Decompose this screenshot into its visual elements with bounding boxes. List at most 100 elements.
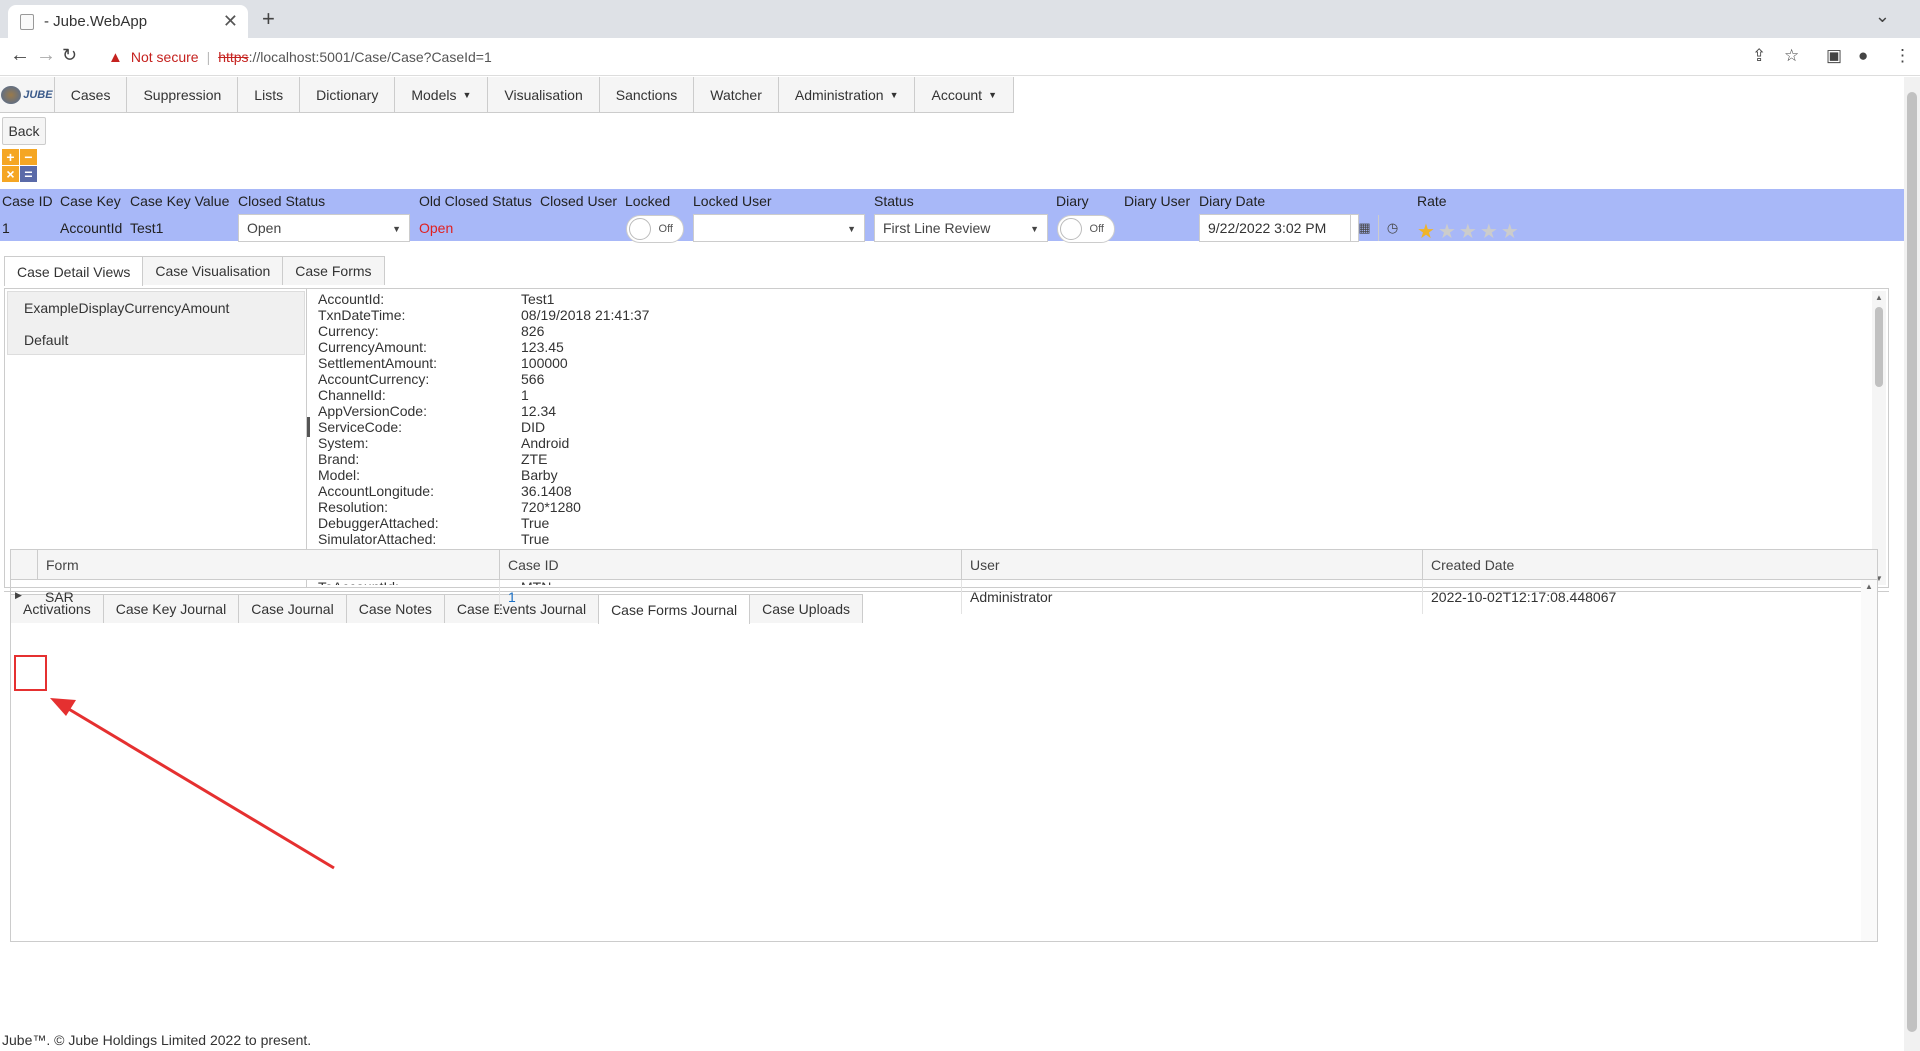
payload-key: SettlementAmount: bbox=[318, 355, 438, 371]
star-icon[interactable]: ★ bbox=[1438, 221, 1459, 243]
label-case-key: Case Key bbox=[60, 193, 121, 209]
tab-case-visualisation[interactable]: Case Visualisation bbox=[142, 256, 284, 285]
back-button[interactable]: Back bbox=[2, 117, 46, 145]
payload-key: Resolution: bbox=[318, 499, 389, 515]
reload-icon[interactable]: ↻ bbox=[62, 45, 77, 66]
browser-tab[interactable]: - Jube.WebApp ✕ bbox=[8, 5, 248, 38]
payload-row: CurrencyAmount: 123.45 bbox=[318, 339, 1858, 355]
payload-row: AccountLongitude: 36.1408 bbox=[318, 483, 1858, 499]
column-header-case-id[interactable]: Case ID bbox=[499, 550, 961, 580]
locked-toggle[interactable]: Off bbox=[626, 215, 684, 243]
star-icon[interactable]: ★ bbox=[1480, 221, 1501, 243]
page-icon bbox=[20, 13, 34, 30]
side-panel-icon[interactable]: ▣ bbox=[1826, 46, 1842, 66]
cell-user: Administrator bbox=[961, 580, 1423, 614]
separator: | bbox=[206, 49, 211, 65]
tab-case-forms[interactable]: Case Forms bbox=[282, 256, 385, 285]
case-detail-panel: ExampleDisplayCurrencyAmount Default Acc… bbox=[4, 288, 1889, 588]
menu-administration[interactable]: Administration ▼ bbox=[779, 77, 916, 112]
payload-scrollbar[interactable]: ▲ ▼ bbox=[1872, 291, 1886, 585]
column-header-created-date[interactable]: Created Date bbox=[1422, 550, 1882, 580]
cell-case-id-link[interactable]: 1 bbox=[499, 580, 961, 614]
column-header-user[interactable]: User bbox=[961, 550, 1423, 580]
toggle-knob bbox=[1060, 218, 1082, 240]
expand-plus-icon[interactable]: + bbox=[2, 149, 19, 165]
forward-arrow-icon[interactable]: → bbox=[36, 44, 56, 67]
diary-date-picker[interactable]: 9/22/2022 3:02 PM ▦ ◷ bbox=[1199, 214, 1398, 242]
calendar-icon[interactable]: ▦ bbox=[1350, 215, 1378, 241]
view-item-example-display-currency-amount[interactable]: ExampleDisplayCurrencyAmount bbox=[8, 292, 304, 324]
payload-key: AccountId: bbox=[318, 291, 385, 307]
warning-icon: ▲ bbox=[108, 48, 123, 66]
diary-toggle[interactable]: Off bbox=[1057, 215, 1115, 243]
splitter-handle[interactable] bbox=[307, 417, 310, 437]
page-scrollbar[interactable] bbox=[1904, 77, 1920, 1051]
payload-row: AccountId: Test1 bbox=[318, 291, 1858, 307]
payload-row: DebuggerAttached: True bbox=[318, 515, 1858, 531]
payload-row: Resolution: 720*1280 bbox=[318, 499, 1858, 515]
jube-logo[interactable]: JUBE bbox=[0, 77, 55, 112]
scroll-thumb[interactable] bbox=[1875, 307, 1883, 387]
equals-icon[interactable]: = bbox=[20, 166, 37, 182]
payload-value: True bbox=[521, 515, 550, 531]
url-scheme: https bbox=[218, 49, 249, 65]
new-tab-button[interactable]: + bbox=[262, 6, 275, 32]
old-closed-status-value: Open bbox=[419, 220, 454, 236]
view-item-default[interactable]: Default bbox=[8, 324, 304, 356]
menu-dictionary[interactable]: Dictionary bbox=[300, 77, 396, 112]
tab-case-detail-views[interactable]: Case Detail Views bbox=[4, 256, 144, 286]
grid-scrollbar[interactable]: ▲ bbox=[1861, 580, 1877, 941]
scroll-up-icon[interactable]: ▲ bbox=[1865, 582, 1873, 591]
menu-cases[interactable]: Cases bbox=[55, 77, 128, 112]
kebab-menu-icon[interactable]: ⋮ bbox=[1894, 46, 1911, 66]
menu-suppression[interactable]: Suppression bbox=[127, 77, 239, 112]
payload-key: ChannelId: bbox=[318, 387, 386, 403]
label-rate: Rate bbox=[1417, 193, 1447, 209]
locked-user-select[interactable]: ▼ bbox=[693, 214, 865, 242]
case-key-value-field: AccountId bbox=[60, 220, 123, 236]
locked-toggle-text: Off bbox=[658, 223, 673, 235]
bookmark-star-icon[interactable]: ☆ bbox=[1784, 46, 1799, 66]
payload-row: ServiceCode: DID bbox=[318, 419, 1858, 435]
back-arrow-icon[interactable]: ← bbox=[10, 44, 30, 67]
payload-key: DebuggerAttached: bbox=[318, 515, 439, 531]
close-tab-icon[interactable]: ✕ bbox=[223, 11, 238, 32]
payload-value: Barby bbox=[521, 467, 558, 483]
menu-lists[interactable]: Lists bbox=[238, 77, 301, 112]
column-header-form[interactable]: Form bbox=[37, 550, 509, 580]
expand-row-triangle-icon[interactable]: ▶ bbox=[15, 590, 22, 601]
collapse-minus-icon[interactable]: − bbox=[20, 149, 37, 165]
share-icon[interactable]: ⇪ bbox=[1752, 46, 1766, 66]
close-x-icon[interactable]: × bbox=[2, 166, 19, 182]
clock-icon[interactable]: ◷ bbox=[1378, 215, 1406, 241]
status-select[interactable]: First Line Review ▼ bbox=[874, 214, 1048, 242]
star-icon[interactable]: ★ bbox=[1417, 221, 1438, 243]
label-diary-user: Diary User bbox=[1124, 193, 1191, 209]
menu-watcher[interactable]: Watcher bbox=[694, 77, 779, 112]
tab-search-chevron-icon[interactable]: ⌄ bbox=[1875, 6, 1890, 27]
payload-key: ServiceCode: bbox=[318, 419, 403, 435]
menu-visualisation[interactable]: Visualisation bbox=[488, 77, 600, 112]
profile-avatar-icon[interactable]: ● bbox=[1858, 46, 1868, 66]
label-diary-date: Diary Date bbox=[1199, 193, 1266, 209]
label-closed-status: Closed Status bbox=[238, 193, 326, 209]
payload-value: Test1 bbox=[521, 291, 555, 307]
star-icon[interactable]: ★ bbox=[1459, 221, 1480, 243]
label-locked-user: Locked User bbox=[693, 193, 772, 209]
rating-stars[interactable]: ★★★★★ bbox=[1417, 219, 1522, 244]
security-label: Not secure bbox=[130, 49, 199, 65]
menu-models[interactable]: Models ▼ bbox=[395, 77, 489, 112]
menu-account[interactable]: Account ▼ bbox=[915, 77, 1014, 112]
chevron-down-icon: ▼ bbox=[392, 224, 401, 234]
url-field[interactable]: ▲ Not secure | https ://localhost:5001/C… bbox=[108, 42, 1788, 72]
label-locked: Locked bbox=[625, 193, 671, 209]
status-value: First Line Review bbox=[883, 220, 991, 236]
closed-status-select[interactable]: Open ▼ bbox=[238, 214, 410, 242]
payload-key: System: bbox=[318, 435, 369, 451]
star-icon[interactable]: ★ bbox=[1501, 221, 1522, 243]
url-text: ://localhost:5001/Case/Case?CaseId=1 bbox=[248, 49, 492, 65]
scroll-up-icon[interactable]: ▲ bbox=[1875, 293, 1883, 302]
scroll-thumb[interactable] bbox=[1907, 92, 1917, 1032]
menu-sanctions[interactable]: Sanctions bbox=[600, 77, 695, 112]
detail-tab-strip: Case Detail Views Case Visualisation Cas… bbox=[4, 256, 385, 286]
